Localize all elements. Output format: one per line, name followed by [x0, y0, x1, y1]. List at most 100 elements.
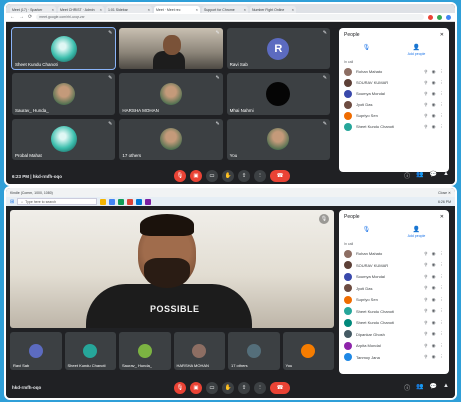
- activities-icon[interactable]: ▲: [443, 171, 449, 180]
- participant-tile[interactable]: ✎ Mhai Nahmi: [226, 73, 330, 115]
- activities-icon[interactable]: ▲: [443, 383, 449, 392]
- chat-icon[interactable]: 💬: [430, 171, 437, 180]
- participant-row[interactable]: Sheet Kundu Chanoti ⚲ ◉ ⋮: [344, 317, 444, 329]
- participant-tile[interactable]: ✎: [119, 28, 223, 70]
- info-icon[interactable]: ⓘ: [404, 171, 410, 180]
- more-icon[interactable]: ⋮: [440, 285, 445, 291]
- tab-close-icon[interactable]: ×: [196, 7, 198, 12]
- browser-tab[interactable]: Meet (17) · Sparker ×: [10, 6, 56, 13]
- pin-icon[interactable]: ⚲: [424, 113, 427, 119]
- mic-icon[interactable]: ◉: [432, 113, 436, 119]
- browser-tab[interactable]: Meet · Meet rec ×: [154, 6, 200, 13]
- add-people-button[interactable]: 👤 Add people: [408, 226, 426, 238]
- mic-off-button[interactable]: 🎙: [174, 382, 186, 394]
- browser-tab[interactable]: Meet CHRIST · Admin ×: [58, 6, 104, 13]
- pin-icon[interactable]: ⚲: [424, 331, 427, 337]
- mic-icon[interactable]: ◉: [432, 331, 436, 337]
- app-icon[interactable]: [118, 198, 125, 205]
- mic-icon[interactable]: ◉: [432, 124, 436, 130]
- mic-icon[interactable]: ◉: [432, 297, 436, 303]
- pin-icon[interactable]: ⚲: [424, 80, 427, 86]
- more-icon[interactable]: ⋮: [440, 91, 445, 97]
- browser-tab[interactable]: Support for Chrome ×: [202, 6, 248, 13]
- participant-row[interactable]: Soumya Mondal ⚲ ◉ ⋮: [344, 88, 444, 99]
- tab-close-icon[interactable]: ×: [52, 7, 54, 12]
- mic-icon[interactable]: ◉: [432, 343, 436, 349]
- participant-row[interactable]: Rohan Mahato ⚲ ◉ ⋮: [344, 66, 444, 77]
- filmstrip-tile[interactable]: 17 others: [228, 332, 280, 370]
- more-icon[interactable]: ⋮: [440, 251, 445, 257]
- tab-close-icon[interactable]: ×: [292, 7, 294, 12]
- more-options-button[interactable]: ⋮: [254, 170, 266, 182]
- app-icon[interactable]: [127, 198, 134, 205]
- pin-icon[interactable]: ⚲: [424, 354, 427, 360]
- mic-icon[interactable]: ◉: [432, 91, 436, 97]
- people-icon[interactable]: 👥: [416, 383, 423, 392]
- present-button[interactable]: ⇪: [238, 382, 250, 394]
- participant-tile[interactable]: ✎ You: [226, 118, 330, 160]
- participant-row[interactable]: SOURAV KUMAR ⚲ ◉ ⋮: [344, 77, 444, 88]
- more-icon[interactable]: ⋮: [440, 113, 445, 119]
- people-icon[interactable]: 👥: [416, 171, 423, 180]
- more-icon[interactable]: ⋮: [440, 320, 445, 326]
- more-icon[interactable]: ⋮: [440, 80, 445, 86]
- mic-icon[interactable]: ◉: [432, 69, 436, 75]
- pin-icon[interactable]: ⚲: [424, 102, 427, 108]
- filmstrip-tile[interactable]: HARSHA MOHAN: [173, 332, 225, 370]
- participant-row[interactable]: Tanmoy Jana ⚲ ◉ ⋮: [344, 352, 444, 364]
- back-icon[interactable]: ←: [10, 14, 15, 20]
- filmstrip-tile[interactable]: Sheet Kundu Chanoti: [64, 332, 116, 370]
- mic-icon[interactable]: ◉: [432, 262, 436, 268]
- reload-icon[interactable]: ⟳: [28, 14, 32, 20]
- participant-row[interactable]: Jyoti Das ⚲ ◉ ⋮: [344, 283, 444, 295]
- pin-icon[interactable]: ⚲: [424, 124, 427, 130]
- more-icon[interactable]: ⋮: [440, 262, 445, 268]
- mute-all-button[interactable]: 🎙: [363, 44, 371, 56]
- tab-close-icon[interactable]: ×: [100, 7, 102, 12]
- camera-off-button[interactable]: ▣: [190, 170, 202, 182]
- mic-icon[interactable]: ◉: [432, 354, 436, 360]
- filmstrip-tile[interactable]: Saurav_ Hunda_: [119, 332, 171, 370]
- browser-tab[interactable]: 1:01 Sidebar ×: [106, 6, 152, 13]
- edge-icon[interactable]: [136, 198, 143, 205]
- camera-off-button[interactable]: ▣: [190, 382, 202, 394]
- more-icon[interactable]: ⋮: [440, 308, 445, 314]
- captions-button[interactable]: ▭: [206, 382, 218, 394]
- pin-icon[interactable]: ⚲: [424, 91, 427, 97]
- pin-icon[interactable]: ⚲: [424, 308, 427, 314]
- raise-hand-button[interactable]: ✋: [222, 382, 234, 394]
- captions-button[interactable]: ▭: [206, 170, 218, 182]
- participant-row[interactable]: Sheet Kundu Chanoti ⚲ ◉ ⋮: [344, 121, 444, 132]
- more-icon[interactable]: ⋮: [440, 102, 445, 108]
- profile-icon[interactable]: [446, 14, 451, 20]
- chat-icon[interactable]: 💬: [430, 383, 437, 392]
- taskbar-search-input[interactable]: ⌕ Type here to search: [17, 198, 98, 205]
- present-button[interactable]: ⇪: [238, 170, 250, 182]
- pin-icon[interactable]: ⚲: [424, 320, 427, 326]
- filmstrip-tile[interactable]: Ravi Sab: [10, 332, 62, 370]
- tab-close-icon[interactable]: ×: [148, 7, 150, 12]
- chrome-icon[interactable]: [109, 198, 116, 205]
- mic-icon[interactable]: ◉: [432, 251, 436, 257]
- participant-row[interactable]: Supriyo Sen ⚲ ◉ ⋮: [344, 110, 444, 121]
- tab-close-icon[interactable]: ×: [244, 7, 246, 12]
- close-icon[interactable]: ✕: [440, 32, 444, 38]
- mic-icon[interactable]: ◉: [432, 80, 436, 86]
- mute-all-button[interactable]: 🎙: [363, 226, 371, 238]
- mic-icon[interactable]: ◉: [432, 285, 436, 291]
- more-icon[interactable]: ⋮: [440, 343, 445, 349]
- more-icon[interactable]: ⋮: [440, 354, 445, 360]
- mic-icon[interactable]: ◉: [432, 320, 436, 326]
- participant-row[interactable]: Supriyo Sen ⚲ ◉ ⋮: [344, 294, 444, 306]
- more-icon[interactable]: ⋮: [440, 297, 445, 303]
- app-icon[interactable]: [145, 198, 152, 205]
- more-icon[interactable]: ⋮: [440, 124, 445, 130]
- participant-row[interactable]: Soumya Mondal ⚲ ◉ ⋮: [344, 271, 444, 283]
- forward-icon[interactable]: →: [19, 14, 24, 20]
- close-icon[interactable]: ✕: [440, 214, 444, 220]
- file-explorer-icon[interactable]: [100, 198, 107, 205]
- more-icon[interactable]: ⋮: [440, 331, 445, 337]
- participant-tile[interactable]: ✎ 17 others: [119, 118, 223, 160]
- pin-icon[interactable]: ⚲: [424, 262, 427, 268]
- participant-row[interactable]: Arpita Mondal ⚲ ◉ ⋮: [344, 340, 444, 352]
